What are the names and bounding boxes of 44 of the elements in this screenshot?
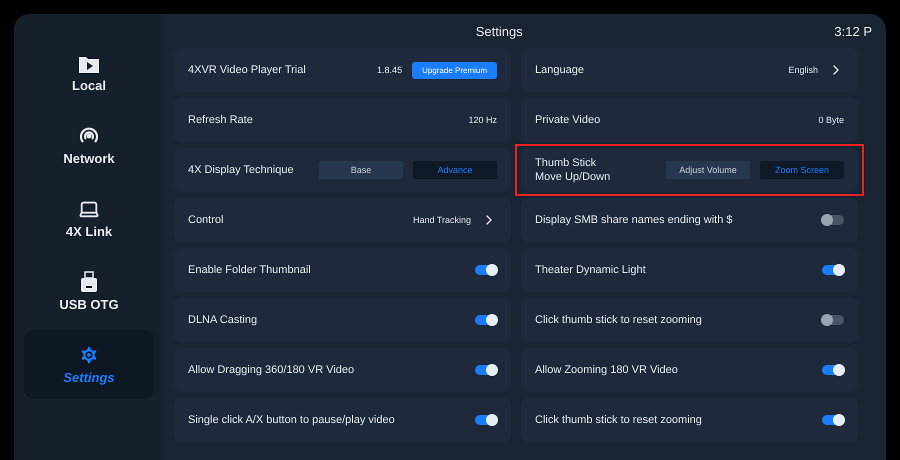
- sidebar-item[interactable]: Network: [24, 111, 154, 180]
- setting-label: Allow Dragging 360/180 VR Video: [188, 362, 354, 378]
- option-button[interactable]: Advance: [413, 161, 497, 179]
- option-button[interactable]: Zoom Screen: [760, 161, 844, 179]
- sidebar-item[interactable]: Local: [24, 40, 154, 107]
- setting-label: Display SMB share names ending with $: [535, 212, 732, 228]
- sidebar-item[interactable]: Settings: [24, 330, 154, 399]
- upgrade-button[interactable]: Upgrade Premium: [412, 62, 497, 78]
- setting-label: Allow Zooming 180 VR Video: [535, 362, 678, 378]
- toggle-switch[interactable]: [822, 215, 844, 225]
- sidebar-item[interactable]: 4X Link: [24, 184, 154, 253]
- option-button[interactable]: Base: [319, 161, 403, 179]
- toggle-switch[interactable]: [475, 315, 497, 325]
- toggle-switch[interactable]: [475, 415, 497, 425]
- sidebar-item[interactable]: USB OTG: [24, 257, 154, 326]
- setting-value: Hand Tracking: [412, 215, 471, 225]
- setting-label: Control: [188, 212, 224, 228]
- setting-label: Click thumb stick to reset zooming: [535, 412, 702, 428]
- setting-value: 0 Byte: [818, 115, 844, 125]
- setting-label: Single click A/X button to pause/play video: [188, 412, 395, 428]
- setting-label: Language: [535, 62, 584, 78]
- setting-label: Thumb Stick Move Up/Down: [535, 156, 610, 184]
- page-title: Settings: [474, 24, 524, 38]
- option-button[interactable]: Adjust Volume: [666, 161, 750, 179]
- setting-label: Click thumb stick to reset zooming: [535, 312, 702, 328]
- toggle-switch[interactable]: [475, 365, 497, 375]
- setting-label: Refresh Rate: [188, 112, 253, 128]
- setting-label: Enable Folder Thumbnail: [188, 262, 311, 278]
- toggle-switch[interactable]: [822, 315, 844, 325]
- setting-label: 4X Display Technique: [188, 162, 294, 178]
- setting-label: Private Video: [535, 112, 600, 128]
- toggle-switch[interactable]: [822, 415, 844, 425]
- toggle-switch[interactable]: [475, 265, 497, 275]
- toggle-switch[interactable]: [822, 365, 844, 375]
- setting-label: DLNA Casting: [188, 312, 258, 328]
- usb-drive-icon: [80, 271, 98, 293]
- toggle-switch[interactable]: [822, 265, 844, 275]
- folder-play-icon: [78, 54, 100, 74]
- setting-value: 120 Hz: [468, 115, 497, 125]
- version-text: 1.8.45: [377, 65, 402, 75]
- setting-label: 4XVR Video Player Trial: [188, 62, 306, 78]
- setting-label: Theater Dynamic Light: [535, 262, 646, 278]
- setting-value: English: [788, 65, 818, 75]
- clock-time: 3:12 P: [834, 24, 872, 38]
